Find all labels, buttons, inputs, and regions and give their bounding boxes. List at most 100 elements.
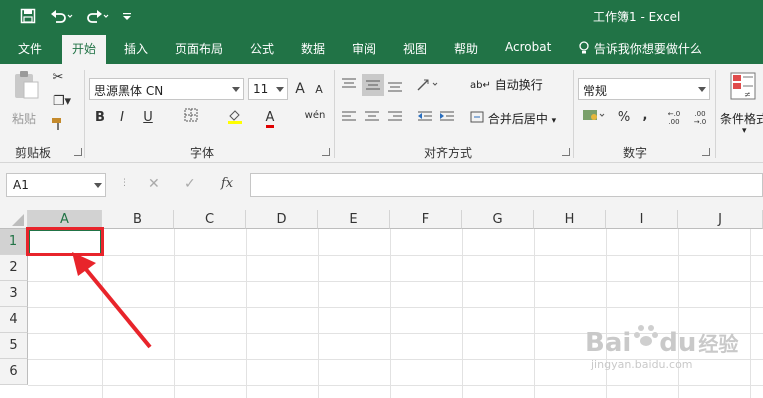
font-name-value: 思源黑体 CN [94, 84, 164, 98]
align-left-icon [340, 111, 358, 127]
name-box[interactable]: A1 [6, 173, 106, 197]
paste-label: 粘贴 [12, 112, 37, 126]
font-size-dropdown[interactable]: 11 [248, 78, 288, 100]
font-color-button[interactable]: A [257, 108, 283, 128]
increase-decimal-icon: ←.0.00 [667, 110, 681, 126]
cancel-icon[interactable]: ✕ [148, 176, 160, 192]
decrease-decimal-button[interactable]: .00 →.0 [690, 110, 710, 126]
chevron-down-icon [94, 183, 102, 188]
cut-button[interactable]: ✂ [48, 68, 68, 88]
wrap-text-label: 自动换行 [494, 78, 543, 92]
undo-icon [50, 8, 74, 27]
grow-font-button[interactable]: A [292, 79, 308, 99]
align-left-button[interactable] [340, 110, 358, 127]
grow-font-icon: A [295, 81, 305, 97]
chevron-down-icon: ▾ [742, 126, 747, 136]
alignment-group-label: 对齐方式 [424, 146, 473, 160]
increase-indent-icon [438, 111, 456, 127]
phonetic-button[interactable]: wén [300, 106, 330, 126]
tab-page-layout[interactable]: 页面布局 [175, 40, 223, 57]
tab-file[interactable]: 文件 [18, 40, 42, 57]
scissors-icon: ✂ [52, 70, 64, 85]
underline-button[interactable]: U [136, 108, 160, 128]
orientation-button[interactable] [415, 76, 441, 97]
save-button[interactable] [16, 6, 40, 28]
enter-icon[interactable]: ✓ [184, 176, 196, 192]
align-bottom-button[interactable] [386, 76, 404, 97]
tab-data[interactable]: 数据 [301, 40, 325, 57]
wrap-text-button[interactable]: ab↵ 自动换行 [470, 76, 543, 93]
undo-button[interactable] [48, 6, 76, 28]
percent-button[interactable]: % [615, 108, 633, 128]
currency-icon [582, 110, 608, 126]
divider [334, 70, 335, 158]
copy-button[interactable]: ❐▾ [48, 92, 76, 112]
comma-button[interactable]: , [638, 106, 652, 126]
tab-help[interactable]: 帮助 [454, 40, 478, 57]
formula-input[interactable] [250, 173, 763, 197]
align-right-button[interactable] [386, 110, 404, 127]
tab-view[interactable]: 视图 [403, 40, 427, 57]
font-launcher-icon[interactable] [322, 148, 330, 156]
font-name-dropdown[interactable]: 思源黑体 CN [89, 78, 244, 100]
merge-icon [470, 111, 484, 126]
italic-button[interactable]: I [115, 108, 129, 128]
chevron-down-icon: ▾ [551, 116, 557, 126]
number-format-value: 常规 [583, 84, 608, 98]
chevron-down-icon [698, 87, 706, 92]
insert-function-button[interactable]: fx [221, 176, 233, 191]
number-launcher-icon[interactable] [702, 148, 710, 156]
percent-icon: % [617, 110, 631, 125]
watermark-brand: Bai [585, 328, 632, 358]
shrink-font-button[interactable]: A [312, 80, 326, 100]
alignment-launcher-icon[interactable] [562, 148, 570, 156]
baidu-paw-icon [633, 322, 659, 351]
redo-button[interactable] [84, 6, 112, 28]
conditional-formatting-button[interactable]: ≠ 条件格式 ▾ [720, 70, 763, 140]
align-middle-button[interactable] [362, 74, 384, 96]
accounting-format-button[interactable] [580, 108, 610, 129]
borders-button[interactable] [178, 108, 204, 129]
format-painter-button[interactable] [48, 116, 68, 139]
tab-formulas[interactable]: 公式 [250, 40, 274, 57]
tell-me-box[interactable]: 告诉我你想要做什么 [578, 40, 702, 58]
paste-button[interactable]: 粘贴 [10, 70, 42, 132]
customize-quick-access-button[interactable] [120, 6, 134, 28]
number-format-dropdown[interactable]: 常规 [578, 78, 710, 100]
ribbon-tabs: 文件 开始 插入 页面布局 公式 数据 审阅 视图 帮助 Acrobat 告诉我… [0, 34, 763, 64]
redo-icon [86, 8, 110, 27]
watermark-brand-2: du [659, 328, 697, 358]
orientation-icon [415, 79, 441, 97]
clipboard-launcher-icon[interactable] [74, 148, 82, 156]
save-icon [20, 8, 36, 27]
shrink-font-icon: A [315, 83, 323, 96]
font-color-icon: A [265, 111, 275, 128]
tab-home[interactable]: 开始 [62, 35, 107, 64]
formula-bar-grip-icon: ⋮ [120, 178, 129, 188]
borders-icon [184, 108, 198, 126]
align-top-button[interactable] [340, 76, 358, 97]
align-center-button[interactable] [363, 110, 381, 127]
tab-acrobat[interactable]: Acrobat [505, 40, 551, 54]
decrease-indent-button[interactable] [416, 110, 434, 127]
increase-decimal-button[interactable]: ←.0.00 [664, 110, 684, 126]
merge-center-button[interactable]: 合并后居中 ▾ [470, 110, 556, 127]
name-box-value: A1 [13, 178, 29, 192]
tab-insert[interactable]: 插入 [124, 40, 148, 57]
underline-icon: U [143, 110, 153, 125]
tab-review[interactable]: 审阅 [352, 40, 376, 57]
align-top-icon [340, 78, 358, 97]
title-bar: 工作簿1 - Excel [0, 0, 763, 34]
formula-area: A1 ⋮ ✕ ✓ fx [0, 163, 763, 210]
worksheet-grid[interactable]: A B C D E F G H I J 1 2 3 4 5 6 Bai du 经验 … [0, 210, 763, 398]
conditional-formatting-label: 条件格式 [720, 112, 763, 126]
divider [573, 70, 574, 158]
increase-indent-button[interactable] [438, 110, 456, 127]
decrease-decimal-icon: .00 →.0 [693, 110, 707, 126]
divider [715, 70, 716, 158]
font-group-label: 字体 [190, 146, 215, 160]
fill-color-button[interactable] [222, 108, 248, 131]
merge-label: 合并后居中 [487, 112, 548, 126]
brush-icon [50, 118, 66, 136]
bold-button[interactable]: B [93, 108, 107, 128]
